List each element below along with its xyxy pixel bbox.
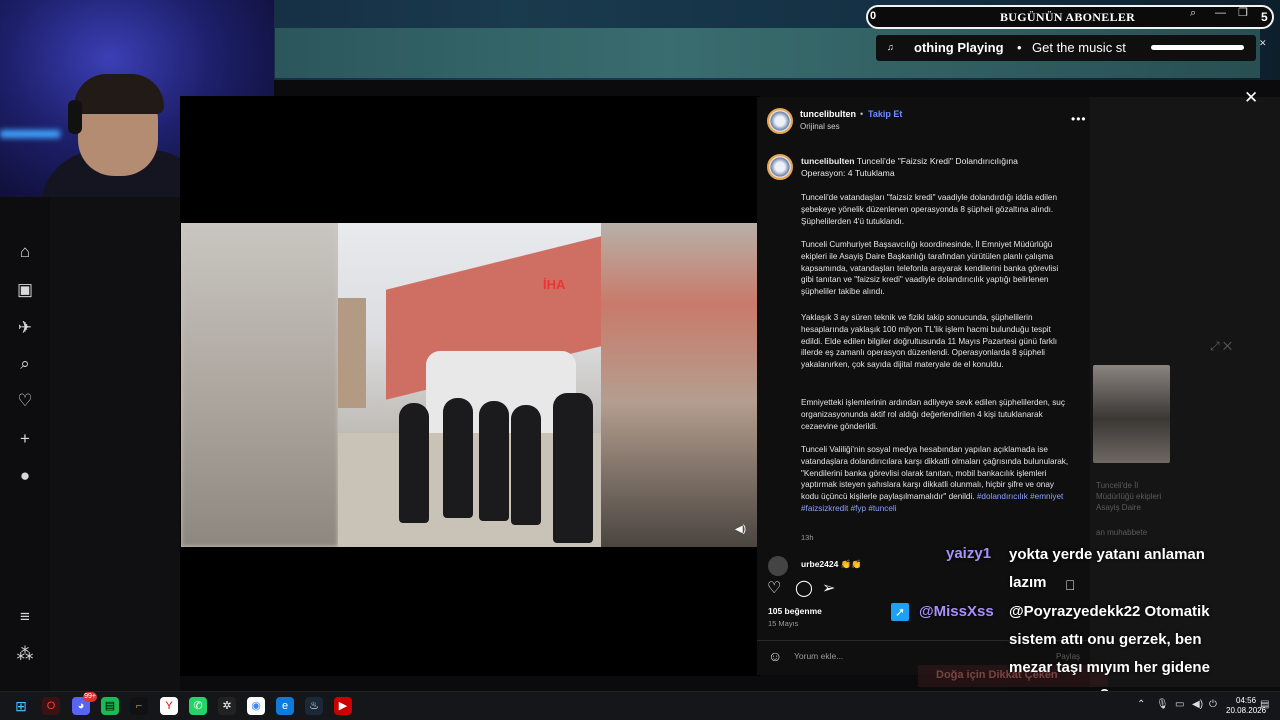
- mic-icon[interactable]: 🎙: [1156, 699, 1169, 710]
- chat-message-2-line-3: mezar taşı mıyım her gidene: [1009, 659, 1210, 676]
- comment-row: urbe2424 👏👏: [801, 559, 862, 570]
- now-playing-progress: [1151, 45, 1244, 50]
- caption-paragraph-4: Emniyetteki işlemlerinin ardından adliye…: [801, 398, 1065, 431]
- like-icon[interactable]: ♡: [767, 578, 781, 598]
- comment-avatar[interactable]: [768, 556, 788, 576]
- caption-paragraph-1: Tunceli'de vatandaşları "faizsiz kredi" …: [801, 193, 1058, 226]
- chat-username-2: @MissXss: [919, 603, 994, 620]
- tray-app-icon[interactable]: ▭: [1175, 699, 1184, 710]
- video-watermark: İHA: [543, 277, 566, 292]
- terminal-icon[interactable]: ⌐: [130, 697, 148, 715]
- faded-text-4: an muhabbete: [1096, 528, 1148, 537]
- post-date: 15 Mayıs: [768, 619, 799, 628]
- caption-paragraph-5: Tunceli Valiliği'nin sosyal medya hesabı…: [801, 444, 1071, 515]
- caption-avatar[interactable]: [767, 154, 793, 180]
- now-playing-marquee: Get the music st: [1032, 40, 1126, 55]
- caption-title: tuncelibulten Tunceli'de "Faizsiz Kredi"…: [801, 155, 1061, 179]
- home-icon[interactable]: ⌂: [14, 241, 36, 263]
- close-widget-icon[interactable]: ✕: [1259, 38, 1267, 49]
- caption-paragraph-2: Tunceli Cumhuriyet Başsavcılığı koordine…: [801, 240, 1059, 297]
- faded-expand-icon: ⤢ ✕: [1210, 339, 1233, 353]
- chat-username-1: yaizy1: [946, 545, 992, 562]
- emoji-icon[interactable]: ☺: [768, 648, 782, 664]
- close-icon[interactable]: ✕: [1244, 88, 1258, 108]
- subscriber-count: 0: [870, 10, 877, 22]
- opera-icon[interactable]: O: [42, 697, 60, 715]
- mute-icon[interactable]: ◀): [735, 524, 746, 535]
- apps-icon[interactable]: ⁂: [14, 643, 36, 665]
- background-thumbnail: [1093, 365, 1170, 463]
- messages-icon[interactable]: ✈: [14, 317, 36, 339]
- music-icon: ♫: [887, 42, 894, 52]
- caption-username[interactable]: tuncelibulten: [801, 156, 854, 166]
- dimmed-background: [50, 197, 180, 691]
- like-count[interactable]: 105 beğenme: [768, 606, 822, 616]
- notification-badge: 99+: [83, 692, 97, 702]
- chrome-icon[interactable]: ◉: [247, 697, 265, 715]
- chat-message-1-line-1: yokta yerde yatanı anlaman: [1009, 546, 1205, 563]
- post-username[interactable]: tuncelibulten: [800, 109, 856, 119]
- subscriber-title: BUGÜNÜN ABONELER: [1000, 10, 1136, 24]
- instagram-sidebar: ⌂ ▣ ✈ ⌕ ♡ + ● ≡ ⁂: [0, 197, 50, 691]
- volume-icon[interactable]: ◀): [1192, 699, 1203, 710]
- audio-label[interactable]: Orijinal ses: [800, 122, 840, 131]
- caption-paragraph-3: Yaklaşık 3 ay süren teknik ve fiziki tak…: [801, 313, 1058, 370]
- start-icon[interactable]: ⊞: [12, 697, 30, 715]
- follow-button[interactable]: Takip Et: [868, 109, 902, 119]
- comment-text: 👏👏: [840, 559, 862, 569]
- faded-text-3: Asayiş Daire: [1096, 503, 1141, 512]
- post-avatar[interactable]: [767, 108, 793, 134]
- menu-icon[interactable]: ≡: [14, 606, 36, 628]
- settings-icon[interactable]: ✲: [218, 697, 236, 715]
- profile-icon[interactable]: ●: [14, 465, 36, 487]
- chat-message-2-line-1: @Poyrazyedekk22 Otomatik: [1009, 603, 1210, 620]
- more-options-icon[interactable]: •••: [1071, 112, 1087, 126]
- separator-dot: •: [860, 109, 864, 119]
- chat-message-1-line-2: lazım: [1009, 574, 1047, 591]
- maximize-icon[interactable]: ❐: [1238, 6, 1248, 19]
- edge-icon[interactable]: e: [276, 697, 294, 715]
- chat-message-2-line-2: sistem attı onu gerzek, ben: [1009, 631, 1202, 648]
- create-icon[interactable]: +: [14, 428, 36, 450]
- chat-badge-icon: ➚: [891, 603, 909, 621]
- notification-icon[interactable]: ▤: [1260, 699, 1269, 710]
- bookmark-icon[interactable]: ⎕: [1066, 577, 1074, 594]
- faded-text-2: Müdürlüğü ekipleri: [1096, 492, 1162, 501]
- app-icon[interactable]: ▤: [101, 697, 119, 715]
- post-video[interactable]: [181, 223, 757, 547]
- heart-icon[interactable]: ♡: [14, 390, 36, 412]
- video-app-icon[interactable]: ▶: [334, 697, 352, 715]
- comment-username[interactable]: urbe2424: [801, 559, 838, 569]
- tray-chevron-icon[interactable]: ⌃: [1137, 699, 1145, 710]
- share-icon[interactable]: ➢: [822, 578, 835, 598]
- whatsapp-icon[interactable]: ✆: [189, 697, 207, 715]
- search-icon[interactable]: ⌕: [14, 353, 36, 375]
- subscriber-right-value: 5: [1261, 10, 1268, 24]
- comment-icon[interactable]: ◯: [795, 578, 813, 598]
- now-playing-bullet: •: [1017, 40, 1022, 55]
- post-time: 13h: [801, 533, 814, 542]
- now-playing-text: othing Playing: [914, 40, 1004, 55]
- faded-text-1: Tunceli'de İl: [1096, 481, 1139, 490]
- search-icon[interactable]: ⌕: [1190, 7, 1196, 20]
- power-icon[interactable]: ⏻: [1209, 699, 1217, 710]
- steam-icon[interactable]: ♨: [305, 697, 323, 715]
- yandex-icon[interactable]: Y: [160, 697, 178, 715]
- minimize-icon[interactable]: —: [1215, 7, 1226, 19]
- reels-icon[interactable]: ▣: [14, 279, 36, 301]
- comment-input[interactable]: Yorum ekle...: [794, 651, 843, 661]
